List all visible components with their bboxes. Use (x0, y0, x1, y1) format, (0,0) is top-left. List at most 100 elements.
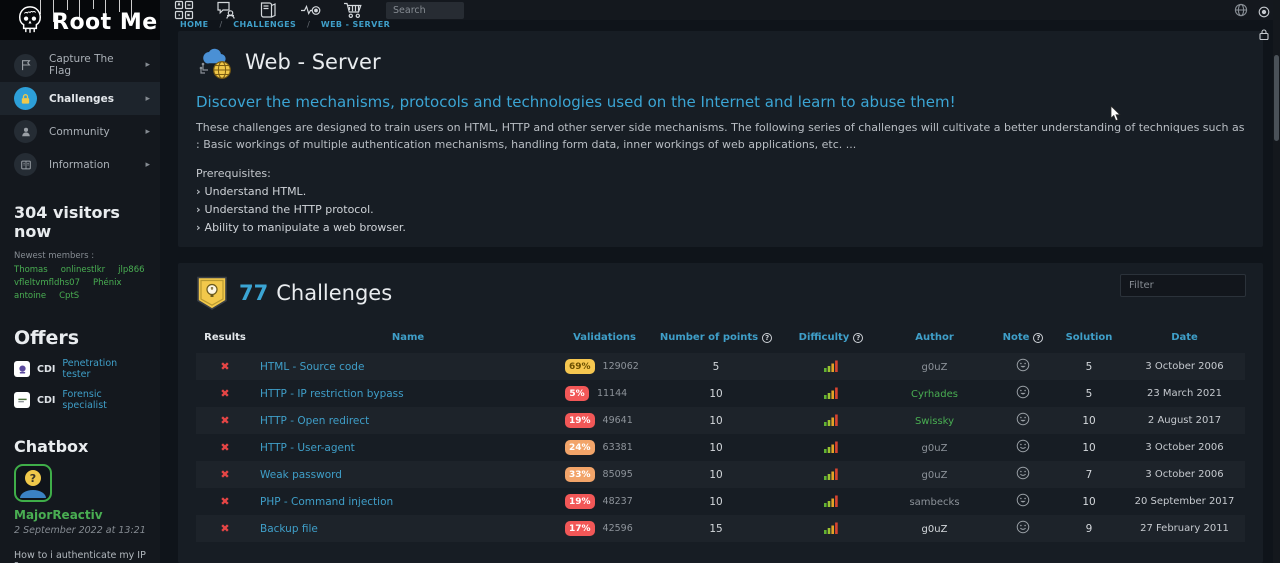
solution-cell: 5 (1054, 388, 1124, 400)
record-icon[interactable] (1258, 3, 1270, 22)
member-link[interactable]: onlinestlkr (61, 265, 105, 275)
challenges-shield-icon (196, 276, 228, 310)
sidebar-item-community[interactable]: Community ▸ (0, 115, 160, 148)
challenge-link[interactable]: HTTP - Open redirect (254, 415, 562, 427)
solution-cell: 10 (1054, 442, 1124, 454)
documentation-icon[interactable] (258, 0, 278, 20)
search-input[interactable] (386, 2, 464, 19)
member-link[interactable]: jlp866 (118, 265, 144, 275)
solution-cell: 7 (1054, 469, 1124, 481)
validation-percentage-badge: 19% (565, 494, 595, 509)
company-logo-icon (14, 361, 30, 377)
chat-username-link[interactable]: MajorReactiv (14, 508, 146, 522)
author-cell: sambecks (877, 496, 992, 508)
challenge-link[interactable]: HTTP - User-agent (254, 442, 562, 454)
sidebar-item-capture-the-flag[interactable]: Capture The Flag ▸ (0, 48, 160, 82)
table-row: ✖ HTTP - Open redirect 19% 49641 10 (196, 407, 1245, 434)
challenges-icon[interactable] (174, 0, 194, 20)
svg-text:?: ? (30, 472, 36, 485)
name-cell: HTTP - IP restriction bypass (254, 388, 562, 400)
date-cell: 3 October 2006 (1124, 442, 1245, 453)
lock-icon[interactable] (1258, 26, 1270, 45)
author-cell: g0uZ (877, 523, 992, 535)
column-header-points[interactable]: Number of points? (647, 332, 785, 343)
author-link[interactable]: g0uZ (922, 362, 948, 373)
column-header-solution[interactable]: Solution (1054, 332, 1124, 343)
challenges-panel: 77 Challenges Results Name Validations N… (178, 263, 1263, 563)
member-link[interactable]: Phénix (93, 278, 122, 288)
breadcrumb-home[interactable]: HOME (180, 20, 209, 29)
difficulty-cell (785, 413, 877, 429)
validation-count: 48237 (603, 496, 633, 507)
category-description: These challenges are designed to train u… (196, 120, 1245, 153)
column-header-difficulty[interactable]: Difficulty? (785, 332, 877, 343)
date-cell: 2 August 2017 (1124, 415, 1245, 426)
main-area: HOME / CHALLENGES / WEB - SERVER (160, 0, 1280, 563)
member-link[interactable]: Thomas (14, 265, 48, 275)
challenge-link[interactable]: PHP - Command injection (254, 496, 562, 508)
breadcrumb-challenges[interactable]: CHALLENGES (233, 20, 296, 29)
author-link[interactable]: Swissky (915, 416, 954, 427)
difficulty-bars-icon (824, 494, 838, 507)
shop-icon[interactable] (343, 0, 364, 20)
column-header-note[interactable]: Note? (992, 332, 1054, 343)
author-link[interactable]: g0uZ (922, 443, 948, 454)
column-header-name[interactable]: Name (254, 332, 562, 343)
challenges-count: 77 (239, 281, 268, 305)
company-logo-icon (14, 392, 30, 408)
help-icon[interactable]: ? (853, 333, 863, 343)
result-cell: ✖ (196, 495, 254, 508)
help-icon[interactable]: ? (1033, 333, 1043, 343)
author-link[interactable]: sambecks (909, 497, 959, 508)
validations-cell: 5% 11144 (562, 386, 647, 401)
breadcrumb-separator: / (220, 20, 223, 29)
not-solved-icon: ✖ (220, 522, 229, 535)
bullet-icon: › (196, 221, 201, 234)
solution-cell: 9 (1054, 523, 1124, 535)
validation-count: 49641 (603, 415, 633, 426)
bullet-icon: › (196, 203, 201, 216)
validation-count: 85095 (603, 469, 633, 480)
member-link[interactable]: vfleltvmfldhs07 (14, 278, 80, 288)
author-link[interactable]: Cyrhades (911, 389, 958, 400)
column-header-author[interactable]: Author (877, 332, 992, 343)
column-header-results[interactable]: Results (196, 332, 254, 343)
chevron-right-icon: ▸ (145, 60, 150, 70)
challenge-link[interactable]: HTML - Source code (254, 361, 562, 373)
community-icon[interactable] (216, 0, 236, 20)
sidebar-item-information[interactable]: Information ▸ (0, 148, 160, 181)
author-link[interactable]: g0uZ (922, 524, 948, 535)
newest-members-label: Newest members : (14, 251, 146, 261)
offer-link[interactable]: Forensic specialist (62, 389, 146, 411)
help-icon[interactable]: ? (762, 333, 772, 343)
author-cell: Cyrhades (877, 388, 992, 400)
member-link[interactable]: CptS (59, 291, 79, 301)
filter-input[interactable] (1120, 274, 1246, 297)
category-subtitle: Discover the mechanisms, protocols and t… (196, 93, 1245, 111)
sidebar-item-label: Capture The Flag (49, 53, 133, 77)
note-cell (992, 358, 1054, 375)
validation-percentage-badge: 69% (565, 359, 595, 374)
validation-percentage-badge: 17% (565, 521, 595, 536)
scrollbar-thumb[interactable] (1274, 55, 1279, 141)
challenge-link[interactable]: HTTP - IP restriction bypass (254, 388, 562, 400)
name-cell: HTTP - User-agent (254, 442, 562, 454)
avatar[interactable]: ? (14, 464, 52, 502)
member-link[interactable]: antoine (14, 291, 46, 301)
sidebar-item-challenges[interactable]: Challenges ▸ (0, 82, 160, 115)
author-link[interactable]: g0uZ (922, 470, 948, 481)
validations-cell: 17% 42596 (562, 521, 647, 536)
language-globe-icon[interactable] (1234, 3, 1248, 17)
column-header-validations[interactable]: Validations (562, 332, 647, 343)
logo-text: Root Me (52, 10, 158, 35)
challenge-link[interactable]: Backup file (254, 523, 562, 535)
date-cell: 3 October 2006 (1124, 361, 1245, 372)
author-cell: g0uZ (877, 469, 992, 481)
top-navigation-bar (160, 0, 1280, 20)
breadcrumb-web-server[interactable]: WEB - SERVER (321, 20, 390, 29)
column-header-date[interactable]: Date (1124, 332, 1245, 343)
ctf-icon[interactable] (300, 0, 321, 20)
challenge-link[interactable]: Weak password (254, 469, 562, 481)
logo[interactable]: Root Me (0, 0, 160, 40)
offer-link[interactable]: Penetration tester (62, 358, 146, 380)
